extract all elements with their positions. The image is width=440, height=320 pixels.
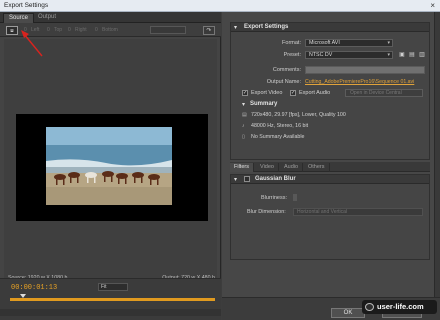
- video-frame: [16, 114, 208, 221]
- blurriness-label: Blurriness:: [261, 195, 287, 201]
- save-preset-icon[interactable]: ▣: [398, 52, 406, 59]
- crop-top-value: 0: [47, 27, 50, 33]
- delete-preset-icon[interactable]: ▥: [418, 52, 426, 59]
- crop-icon[interactable]: ⧈: [6, 26, 18, 35]
- zoom-fit-value: Fit: [101, 284, 107, 290]
- export-video-label: Export Video: [251, 90, 283, 96]
- tab-audio[interactable]: Audio: [280, 163, 304, 172]
- settings-pane: ▾ Export Settings Format: Microsoft AVI …: [222, 12, 440, 320]
- tab-source[interactable]: Source: [3, 13, 35, 23]
- export-audio-checkbox[interactable]: ✓: [290, 90, 296, 96]
- blur-dimension-value: Horizontal and Vertical: [297, 209, 348, 215]
- video-preview-area: Source: 1920 w X 1080 h Output: 720 w X …: [4, 39, 217, 281]
- blurriness-value[interactable]: [293, 194, 297, 201]
- import-preset-icon[interactable]: ▤: [408, 52, 416, 59]
- blur-dimension-dropdown[interactable]: Horizontal and Vertical: [293, 208, 423, 216]
- summary-title: Summary: [250, 101, 278, 107]
- close-icon[interactable]: ×: [430, 1, 435, 10]
- crop-right-label: Right: [75, 27, 87, 33]
- comments-field[interactable]: [305, 66, 425, 74]
- preview-image: [46, 127, 172, 205]
- timeline-scrollbar[interactable]: [0, 309, 221, 316]
- watermark: user-life.com: [362, 300, 437, 314]
- gaussian-blur-title: Gaussian Blur: [255, 176, 296, 182]
- summary-other-line: No Summary Available: [251, 134, 305, 140]
- summary-audio-line: 48000 Hz, Stereo, 16 bit: [251, 123, 309, 129]
- preset-label: Preset:: [283, 52, 301, 58]
- crop-left-label: Left: [31, 27, 40, 33]
- preset-value: NTSC DV: [309, 52, 333, 58]
- title-bar: Export Settings ×: [0, 0, 440, 12]
- crop-left-value: 0: [24, 27, 27, 33]
- gaussian-blur-header[interactable]: ▾ Gaussian Blur: [231, 175, 429, 184]
- summary-video-line: 720x480, 29.97 [fps], Lower, Quality 100: [251, 112, 346, 118]
- crop-bottom-label: Bottom: [102, 27, 118, 33]
- filter-panel: ▾ Gaussian Blur Blurriness: Blur Dimensi…: [230, 174, 430, 260]
- export-settings-header[interactable]: ▾ Export Settings: [231, 23, 429, 32]
- crop-right-value: 0: [68, 27, 71, 33]
- crop-proportions-dropdown[interactable]: [150, 26, 186, 34]
- dropdown-arrow-icon: ▾: [387, 52, 390, 58]
- export-settings-title: Export Settings: [244, 24, 289, 30]
- preview-tabs: Source Output: [0, 12, 221, 23]
- preview-image-art: [46, 127, 172, 205]
- window-title: Export Settings: [4, 2, 49, 9]
- format-dropdown[interactable]: Microsoft AVI ▾: [305, 39, 393, 47]
- preview-pane: Source Output ⧈ 0 Left 0 Top 0 Right 0 B…: [0, 12, 221, 320]
- ok-button[interactable]: OK: [331, 308, 365, 318]
- filter-tabs: Filters Video Audio Others: [230, 162, 430, 172]
- chevron-down-icon: ▾: [234, 177, 238, 183]
- preset-dropdown[interactable]: NTSC DV ▾: [305, 51, 393, 59]
- audio-summary-icon: ♪: [242, 123, 245, 129]
- format-value: Microsoft AVI: [309, 40, 340, 46]
- other-summary-icon: ▯: [242, 134, 245, 140]
- crop-toolbar: ⧈ 0 Left 0 Top 0 Right 0 Bottom ↷: [0, 23, 221, 37]
- dropdown-arrow-icon: ▾: [387, 40, 390, 46]
- device-central-button[interactable]: Open in Device Central: [345, 89, 423, 97]
- crop-top-label: Top: [54, 27, 63, 33]
- timeline-scrubber[interactable]: [10, 298, 215, 301]
- blur-dimension-label: Blur Dimension:: [247, 209, 286, 215]
- export-settings-panel: ▾ Export Settings Format: Microsoft AVI …: [230, 22, 430, 160]
- video-summary-icon: ▤: [242, 112, 247, 118]
- tab-others[interactable]: Others: [304, 163, 330, 172]
- summary-chevron-icon[interactable]: ▾: [242, 101, 245, 108]
- export-audio-label: Export Audio: [299, 90, 331, 96]
- tab-video[interactable]: Video: [256, 163, 279, 172]
- zoom-fit-dropdown[interactable]: Fit: [98, 283, 128, 291]
- gaussian-blur-checkbox[interactable]: [244, 176, 250, 182]
- settings-scrollbar[interactable]: [434, 12, 440, 308]
- output-name-link[interactable]: Cutting_AdobePremierePro16\Sequence 01.a…: [305, 79, 427, 85]
- timecode[interactable]: 00:00:01:13: [11, 284, 57, 292]
- chevron-down-icon: ▾: [234, 25, 238, 31]
- tab-filters[interactable]: Filters: [230, 163, 254, 172]
- format-label: Format:: [282, 40, 301, 46]
- comments-label: Comments:: [272, 67, 301, 73]
- watermark-text: user-life.com: [377, 302, 424, 311]
- tab-output[interactable]: Output: [33, 13, 61, 23]
- watermark-logo-icon: [365, 303, 374, 311]
- output-name-label: Output Name:: [266, 79, 301, 85]
- rotate-icon[interactable]: ↷: [203, 26, 215, 35]
- export-video-checkbox[interactable]: ✓: [242, 90, 248, 96]
- crop-bottom-value: 0: [95, 27, 98, 33]
